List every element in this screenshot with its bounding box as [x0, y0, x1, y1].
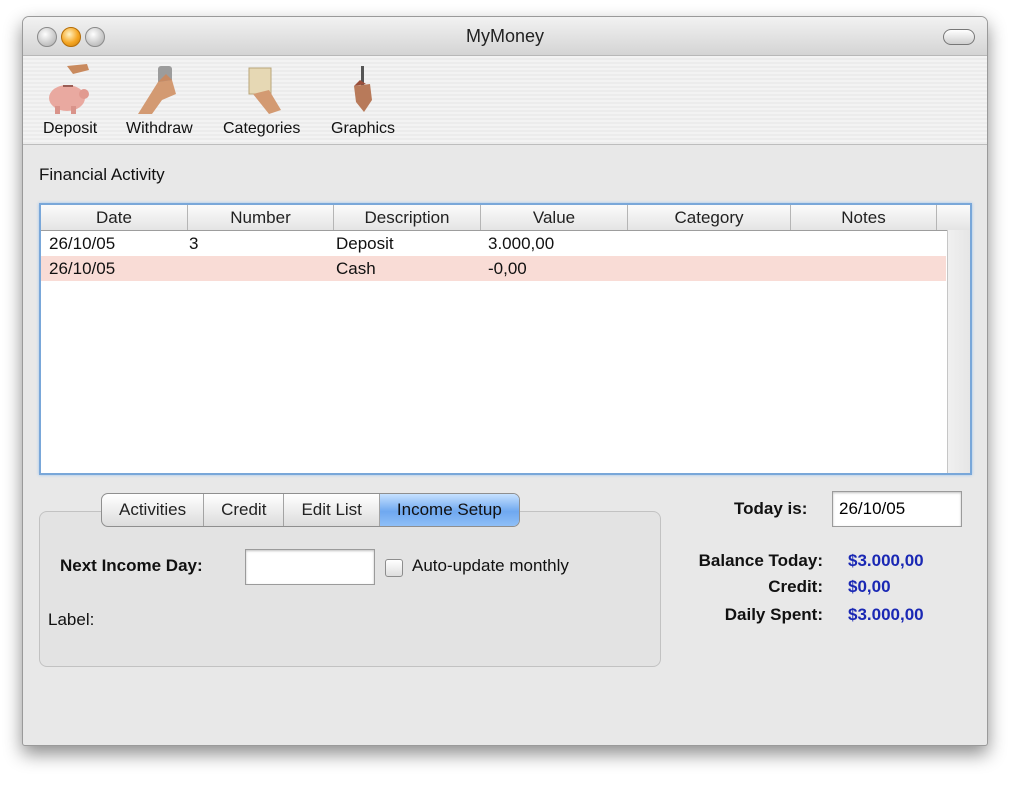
- toolbar-toggle-button[interactable]: [943, 29, 975, 45]
- pen-hand-icon: [354, 66, 373, 112]
- financial-activity-label: Financial Activity: [39, 165, 165, 184]
- activity-table[interactable]: Date Number Description Value Category N…: [39, 203, 972, 475]
- categories-label: Categories: [223, 120, 301, 137]
- auto-update-checkbox[interactable]: [385, 559, 403, 577]
- cell-date: 26/10/05: [49, 259, 116, 278]
- title-bar[interactable]: MyMoney: [23, 17, 987, 56]
- deposit-label: Deposit: [43, 120, 98, 137]
- daily-spent-label: Daily Spent:: [724, 605, 823, 624]
- cell-value: 3.000,00: [488, 234, 555, 253]
- daily-spent-value: $3.000,00: [848, 605, 924, 624]
- window-title: MyMoney: [465, 26, 545, 46]
- credit-label: Credit:: [768, 577, 823, 596]
- credit-value: $0,00: [848, 577, 891, 596]
- categories-button[interactable]: Categories: [223, 60, 300, 138]
- column-header-value[interactable]: Value: [481, 205, 628, 230]
- hand-withdraw-icon: [138, 66, 177, 114]
- table-row[interactable]: 26/10/05 3 Deposit 3.000,00: [41, 231, 946, 256]
- table-header: Date Number Description Value Category N…: [41, 205, 970, 231]
- balance-today-label: Balance Today:: [698, 551, 823, 570]
- column-header-notes[interactable]: Notes: [791, 205, 937, 230]
- tab-activities[interactable]: Activities: [102, 494, 205, 526]
- tab-bar: Activities Credit Edit List Income Setup: [101, 493, 520, 527]
- graphics-button[interactable]: Graphics: [331, 60, 395, 138]
- app-window: MyMoney Deposit Withdraw Categories Grap…: [22, 16, 988, 746]
- today-date-field[interactable]: [832, 491, 962, 527]
- column-header-description[interactable]: Description: [334, 205, 481, 230]
- tab-income-setup[interactable]: Income Setup: [379, 494, 519, 526]
- graphics-label: Graphics: [331, 120, 396, 137]
- next-income-day-label: Next Income Day:: [60, 556, 203, 575]
- withdraw-label: Withdraw: [126, 120, 193, 137]
- tab-panel: Next Income Day: Auto-update monthly Lab…: [39, 511, 661, 667]
- today-is-label: Today is:: [734, 499, 808, 518]
- cell-description: Deposit: [336, 234, 394, 253]
- withdraw-button[interactable]: Withdraw: [126, 60, 193, 138]
- tab-credit[interactable]: Credit: [204, 494, 285, 526]
- balance-today-value: $3.000,00: [848, 551, 924, 570]
- piggy-bank-icon: [49, 64, 90, 114]
- cell-date: 26/10/05: [49, 234, 116, 253]
- table-row-selected[interactable]: 26/10/05 Cash -0,00: [41, 256, 946, 281]
- tab-edit-list[interactable]: Edit List: [284, 494, 380, 526]
- column-header-category[interactable]: Category: [628, 205, 791, 230]
- notebook-hand-icon: [248, 67, 281, 114]
- next-income-day-input[interactable]: [245, 549, 375, 585]
- column-header-number[interactable]: Number: [188, 205, 334, 230]
- column-header-date[interactable]: Date: [41, 205, 188, 230]
- cell-number: 3: [189, 234, 199, 253]
- cell-value: -0,00: [488, 259, 527, 278]
- toolbar: Deposit Withdraw Categories Graphics: [23, 56, 987, 145]
- label-label: Label:: [48, 610, 95, 629]
- table-vertical-scrollbar[interactable]: [947, 230, 970, 473]
- deposit-button[interactable]: Deposit: [43, 60, 97, 138]
- cell-description: Cash: [336, 259, 376, 278]
- auto-update-label[interactable]: Auto-update monthly: [412, 556, 569, 576]
